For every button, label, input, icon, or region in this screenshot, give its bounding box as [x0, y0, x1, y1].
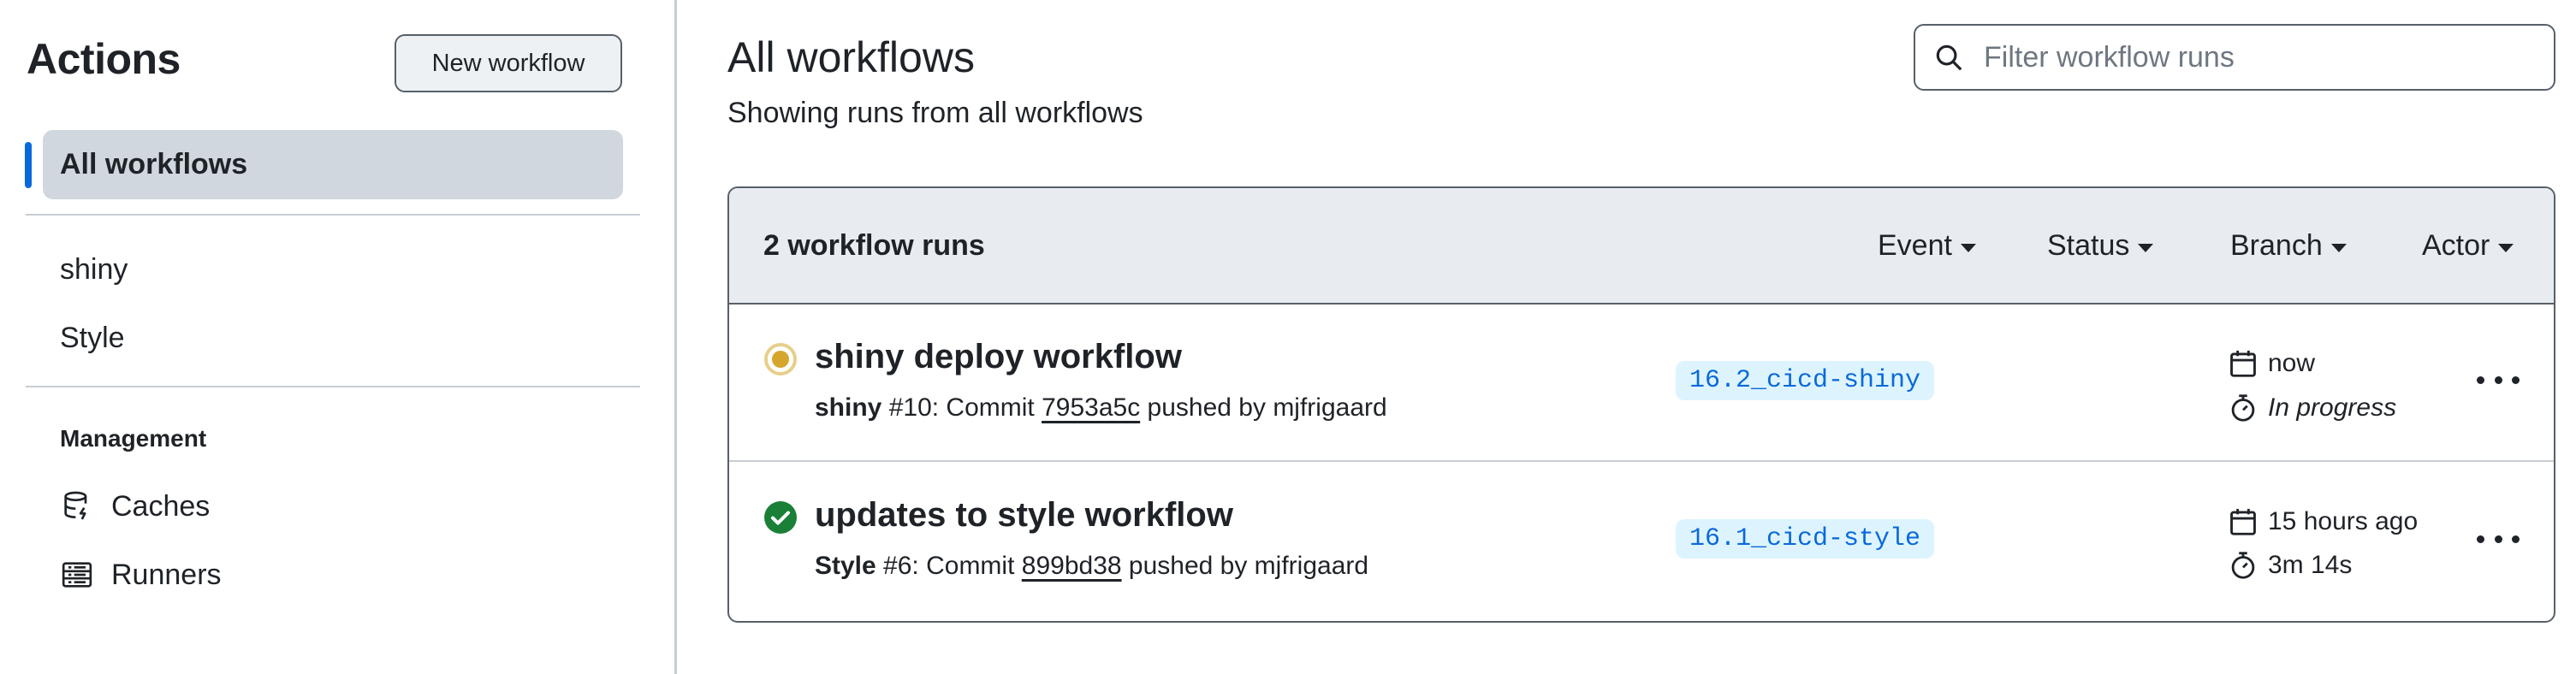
workflow-runs-panel: 2 workflow runs Event Status Branch Acto… [727, 186, 2555, 623]
actor-filter[interactable]: Actor [2422, 229, 2514, 263]
filter-label: Branch [2230, 229, 2323, 262]
sidebar-item-style[interactable]: Style [60, 322, 125, 355]
calendar-icon [2230, 508, 2256, 535]
filter-label: Actor [2422, 229, 2490, 262]
sidebar: Actions New workflow All workflows shiny… [0, 0, 674, 674]
status-filter[interactable]: Status [2047, 229, 2154, 263]
divider [26, 214, 640, 216]
row-divider [729, 460, 2554, 462]
commit-sha-link[interactable]: 7953a5c [1042, 393, 1140, 422]
duration-text: 3m 14s [2268, 551, 2353, 579]
run-title-link[interactable]: updates to style workflow [815, 496, 1233, 535]
run-when: 15 hours ago [2268, 507, 2419, 535]
run-when: now [2268, 349, 2316, 377]
caret-down-icon [2138, 243, 2154, 252]
sidebar-item-label: Runners [111, 558, 222, 591]
new-workflow-button[interactable]: New workflow [395, 34, 622, 92]
workflow-name: Style [815, 552, 876, 580]
caret-down-icon [2330, 243, 2347, 252]
run-time: now [2227, 347, 2315, 380]
more-options-icon[interactable] [2477, 363, 2520, 397]
workflow-name: shiny [815, 393, 882, 422]
filter-label: Status [2047, 229, 2130, 262]
duration-text: In progress [2268, 393, 2397, 422]
sidebar-item-all-workflows[interactable]: All workflows [43, 130, 623, 199]
stopwatch-icon [2231, 394, 2255, 422]
calendar-icon [2230, 350, 2256, 377]
branch-filter[interactable]: Branch [2230, 229, 2347, 263]
management-label: Management [60, 425, 207, 452]
sidebar-item-label: Caches [111, 489, 211, 523]
run-meta: shiny #10: Commit 7953a5c pushed by mjfr… [815, 393, 1387, 423]
run-duration: In progress [2227, 392, 2396, 424]
search-icon [1936, 44, 1962, 71]
meta-text: #6: Commit [875, 552, 1022, 580]
runs-count: 2 workflow runs [763, 229, 985, 262]
page-subtitle: Showing runs from all workflows [727, 97, 1143, 129]
page-title: All workflows [727, 33, 975, 81]
panel-header: 2 workflow runs Event Status Branch Acto… [729, 188, 2554, 304]
sidebar-item-caches[interactable]: Caches [60, 489, 210, 523]
run-duration: 3m 14s [2227, 549, 2352, 582]
commit-sha-link[interactable]: 899bd38 [1022, 552, 1122, 580]
success-check-icon [764, 501, 797, 534]
branch-label[interactable]: 16.2_cicd-shiny [1676, 361, 1935, 400]
sidebar-title: Actions [27, 35, 181, 83]
filter-runs-input[interactable] [1982, 39, 2533, 75]
sidebar-separator [674, 0, 677, 674]
run-time: 15 hours ago [2227, 506, 2418, 538]
run-title-link[interactable]: shiny deploy workflow [815, 338, 1182, 376]
caret-down-icon [1960, 243, 1976, 252]
filter-label: Event [1878, 229, 1952, 262]
sidebar-item-shiny[interactable]: shiny [60, 253, 128, 287]
meta-text: pushed by mjfrigaard [1121, 552, 1369, 580]
divider [26, 386, 640, 387]
database-icon [64, 491, 87, 520]
in-progress-icon [764, 343, 797, 375]
meta-text: #10: Commit [881, 393, 1042, 422]
meta-text: pushed by mjfrigaard [1140, 393, 1387, 422]
stopwatch-icon [2231, 552, 2255, 579]
run-meta: Style #6: Commit 899bd38 pushed by mjfri… [815, 552, 1368, 581]
server-icon [62, 562, 92, 588]
more-options-icon[interactable] [2477, 522, 2520, 556]
event-filter[interactable]: Event [1878, 229, 1976, 263]
search-box[interactable] [1914, 24, 2555, 91]
active-indicator [25, 142, 32, 188]
branch-label[interactable]: 16.1_cicd-style [1676, 519, 1935, 559]
caret-down-icon [2498, 243, 2514, 252]
sidebar-item-runners[interactable]: Runners [60, 558, 222, 592]
